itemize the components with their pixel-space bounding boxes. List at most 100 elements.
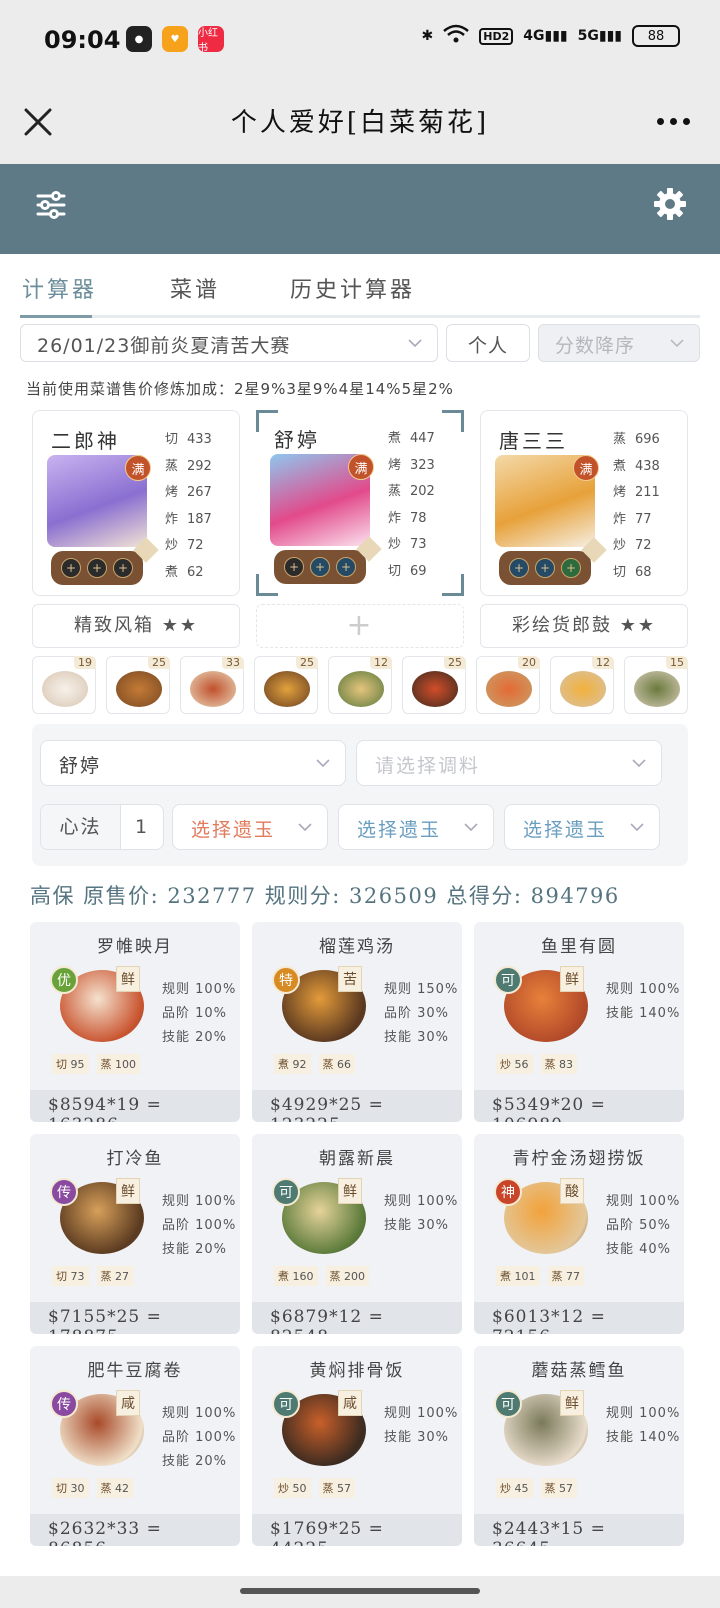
dish-price: $7155*25 = 178875: [30, 1302, 240, 1334]
jade-select-2[interactable]: 选择遗玉: [338, 804, 494, 850]
dish-card[interactable]: 青柠金汤翅捞饭神 酸规则 100% 品阶 50% 技能 40% 煮 101 蒸 77 $60…: [474, 1134, 684, 1334]
dish-card[interactable]: 肥牛豆腐卷传 咸规则 100% 品阶 100% 技能 20% 切 30 蒸 42 $2632…: [30, 1346, 240, 1546]
add-equipment-button[interactable]: +: [256, 604, 464, 648]
slot-icon: +: [336, 557, 356, 577]
dish-card[interactable]: 罗帷映月优 鲜规则 100% 品阶 10% 技能 20% 切 95 蒸 100 $8594*…: [30, 922, 240, 1122]
stat-value: 447: [410, 431, 435, 446]
skill-requirement-type: 煮: [500, 1270, 511, 1283]
chef-card[interactable]: 唐三三 满 + + + 蒸 696 煮 438 烤 211 炸 77 炒 72 切 68: [480, 410, 688, 596]
chef-cards: 二郎神 满 + + + 切 433 蒸 292 烤 267 炸 187 炒 72 煮 62 舒婷…: [32, 410, 688, 596]
stat-label: 炸: [613, 511, 627, 527]
recipe-count: 12: [592, 656, 614, 669]
xinfa-stepper[interactable]: 心法 1: [40, 804, 164, 850]
stat-label: 炸: [388, 510, 402, 526]
skill-requirement: 蒸 100: [96, 1054, 140, 1074]
dish-card[interactable]: 打冷鱼传 鲜规则 100% 品阶 100% 技能 20% 切 73 蒸 27 $7155*2…: [30, 1134, 240, 1334]
dish-name: 榴莲鸡汤: [319, 937, 395, 957]
recipe-slot[interactable]: 25: [106, 656, 170, 714]
equipment-slot[interactable]: 精致风箱 ★★: [32, 604, 240, 648]
filter-settings-icon[interactable]: [34, 188, 68, 222]
skill-requirement-value: 57: [559, 1482, 573, 1495]
dish-card[interactable]: 蘑菇蒸鳕鱼可 鲜规则 100% 技能 140% 炒 45 蒸 57 $2443*15 = …: [474, 1346, 684, 1546]
recipe-slot[interactable]: 12: [328, 656, 392, 714]
chef-skill-slots: + + +: [499, 551, 591, 585]
dish-image: [486, 671, 532, 707]
skill-requirement: 切 30: [52, 1478, 89, 1498]
stat-value: 68: [635, 564, 652, 580]
dish-name: 罗帷映月: [97, 937, 173, 957]
dish-image: [42, 671, 88, 707]
more-options-icon[interactable]: [657, 118, 690, 125]
recipe-count: 15: [666, 656, 688, 669]
recipe-slot[interactable]: 33: [180, 656, 244, 714]
chevron-down-icon: [408, 339, 422, 348]
dish-card[interactable]: 鱼里有圆可 鲜规则 100% 技能 140% 炒 56 蒸 83 $5349*20 = 1…: [474, 922, 684, 1122]
tab-history-calculator[interactable]: 历史计算器: [290, 272, 415, 304]
recipe-slot[interactable]: 25: [402, 656, 466, 714]
skill-requirement-value: 83: [559, 1058, 573, 1071]
seasoning-dropdown[interactable]: 请选择调料: [356, 740, 662, 786]
chef-dropdown[interactable]: 舒婷: [40, 740, 346, 786]
skill-requirement-value: 27: [115, 1270, 129, 1283]
skill-requirement-type: 炒: [500, 1482, 511, 1495]
recipe-slot[interactable]: 20: [476, 656, 540, 714]
recipe-slot[interactable]: 25: [254, 656, 318, 714]
dish-rules: 规则 100% 品阶 10% 技能 20%: [162, 978, 236, 1050]
equipment-row: 精致风箱 ★★ + 彩绘货郎鼓 ★★: [32, 604, 688, 648]
dish-rules: 规则 100% 品阶 100% 技能 20%: [162, 1402, 236, 1474]
slot-icon: +: [561, 558, 581, 578]
xinfa-value[interactable]: 1: [121, 805, 163, 849]
dish-image: [412, 671, 458, 707]
skill-requirement: 炒 56: [496, 1054, 533, 1074]
dish-rules: 规则 100% 品阶 50% 技能 40%: [606, 1190, 680, 1262]
tab-calculator[interactable]: 计算器: [22, 272, 97, 304]
dish-name: 黄焖排骨饭: [309, 1361, 405, 1381]
dish-rule: 规则 100%: [606, 1194, 681, 1209]
stat-label: 切: [165, 432, 179, 447]
recipe-slot[interactable]: 15: [624, 656, 688, 714]
mode-select[interactable]: 个人: [446, 324, 530, 362]
dish-rule: 品阶 100%: [162, 1218, 237, 1233]
skill-requirement-value: 95: [70, 1058, 85, 1071]
skill-requirements: 炒 50 蒸 57: [274, 1478, 355, 1498]
contest-select[interactable]: 26/01/23御前炎夏清苦大赛: [20, 324, 438, 362]
dish-card[interactable]: 榴莲鸡汤特 苦规则 150% 品阶 30% 技能 30% 煮 92 蒸 66 $4929*2…: [252, 922, 462, 1122]
stat-value: 78: [410, 510, 427, 526]
sort-select[interactable]: 分数降序: [538, 324, 700, 362]
chef-card-selected[interactable]: 舒婷 满 + + + 煮 447 烤 323 蒸 202 炸 78 炒 73 切 69: [256, 410, 464, 596]
tab-bar: 计算器 菜谱 历史计算器: [20, 254, 700, 318]
dish-card[interactable]: 黄焖排骨饭可 咸规则 100% 技能 30% 炒 50 蒸 57 $1769*25 = 4…: [252, 1346, 462, 1546]
recipe-slot[interactable]: 19: [32, 656, 96, 714]
status-bar: 09:04 ● ♥ 小红书 ✱ HD2 4G▮▮▮ 5G▮▮▮ 88: [0, 0, 720, 82]
selected-recipes-row: 19 25 33 25 12 25 20 12 15: [32, 656, 688, 716]
dish-price: $2632*33 = 86856: [30, 1514, 240, 1546]
stat-value: 73: [410, 537, 427, 552]
taste-tag: 鲜: [560, 966, 584, 992]
recipe-slot[interactable]: 12: [550, 656, 614, 714]
dish-name: 鱼里有圆: [541, 937, 617, 957]
jade-select-3[interactable]: 选择遗玉: [504, 804, 660, 850]
dish-name: 朝露新晨: [319, 1149, 395, 1169]
chef-card[interactable]: 二郎神 满 + + + 切 433 蒸 292 烤 267 炸 187 炒 72 煮 62: [32, 410, 240, 596]
jade-select-1[interactable]: 选择遗玉: [172, 804, 328, 850]
stat-value: 202: [410, 484, 435, 499]
equipment-slot[interactable]: 彩绘货郎鼓 ★★: [480, 604, 688, 648]
selection-corner: [442, 410, 464, 432]
grade-badge: 可: [272, 1390, 300, 1418]
stat-value: 62: [187, 564, 204, 580]
gear-icon[interactable]: [652, 186, 688, 222]
skill-requirement: 炒 50: [274, 1478, 311, 1498]
recipe-count: 33: [222, 656, 244, 669]
skill-requirement-type: 煮: [278, 1270, 289, 1283]
skill-requirement-value: 92: [292, 1058, 307, 1071]
skill-requirement-type: 切: [56, 1058, 67, 1071]
chef-stats: 煮 447 烤 323 蒸 202 炸 78 炒 73 切 69: [388, 426, 435, 585]
skill-requirement-type: 蒸: [551, 1270, 563, 1283]
dish-card[interactable]: 朝露新晨可 鲜规则 100% 技能 30% 煮 160 蒸 200 $6879*12 = …: [252, 1134, 462, 1334]
tab-recipes[interactable]: 菜谱: [170, 272, 220, 304]
page-title: 个人爱好[白菜菊花]: [230, 108, 490, 138]
home-indicator[interactable]: [240, 1588, 480, 1594]
grade-badge: 特: [272, 966, 300, 994]
score-summary: 高保 原售价: 232777 规则分: 326509 总得分: 894796: [30, 884, 620, 908]
skill-requirement-value: 200: [344, 1270, 365, 1283]
